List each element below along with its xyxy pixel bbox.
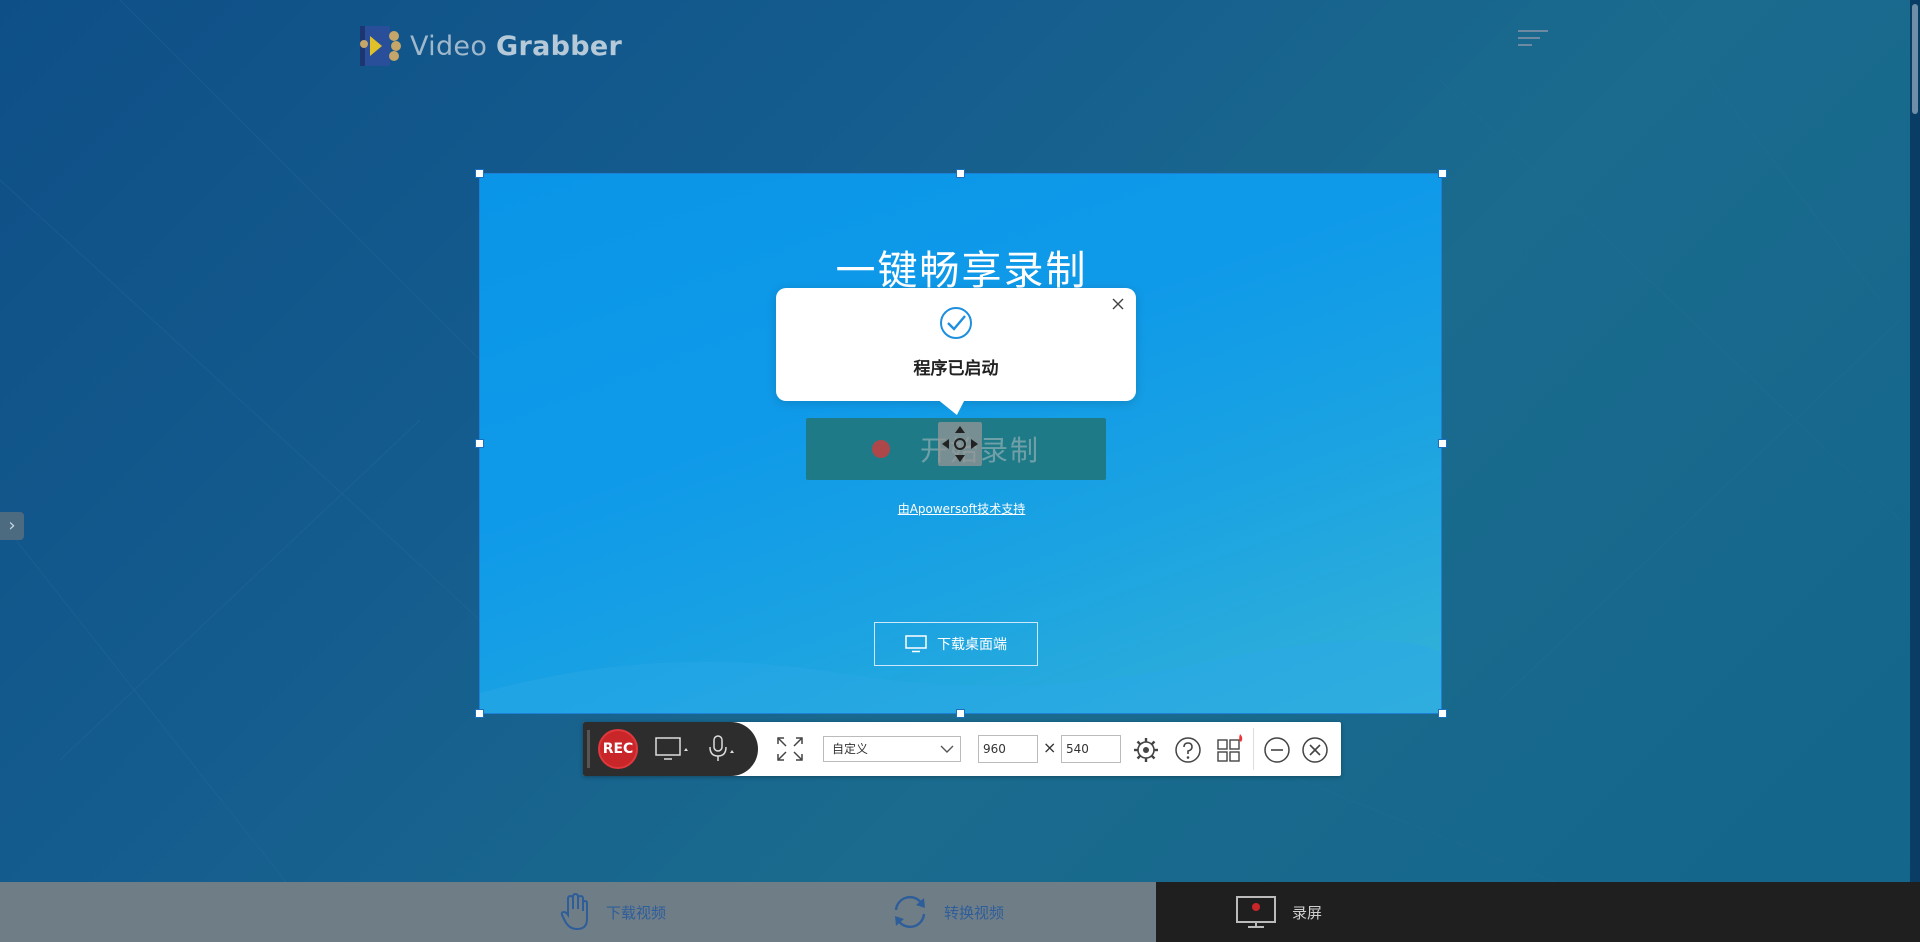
resize-handle-s[interactable] — [956, 709, 965, 718]
width-input[interactable]: 960 — [978, 735, 1038, 763]
resize-handle-ne[interactable] — [1438, 169, 1447, 178]
resize-handle-n[interactable] — [956, 169, 965, 178]
chevron-right-icon: › — [8, 515, 16, 536]
check-circle-icon — [940, 307, 972, 339]
nav-convert-video-label: 转换视频 — [944, 903, 1005, 922]
toolbar-divider — [1253, 728, 1254, 770]
settings-gear-icon[interactable] — [1132, 736, 1160, 764]
microphone-icon[interactable] — [707, 735, 739, 763]
nav-convert-video[interactable]: 转换视频 — [890, 882, 1004, 942]
scrollbar-thumb[interactable] — [1912, 4, 1918, 114]
apps-grid-icon[interactable] — [1216, 732, 1246, 764]
app-logo[interactable]: Video Grabber — [356, 24, 622, 68]
hamburger-menu-icon[interactable] — [1518, 30, 1548, 50]
resize-handle-w[interactable] — [475, 439, 484, 448]
move-handle-icon[interactable] — [938, 422, 982, 466]
resize-handle-nw[interactable] — [475, 169, 484, 178]
rec-button[interactable]: REC — [598, 729, 638, 769]
minimize-icon[interactable] — [1263, 736, 1291, 764]
resize-handle-se[interactable] — [1438, 709, 1447, 718]
resize-handle-sw[interactable] — [475, 709, 484, 718]
popup-message: 程序已启动 — [913, 359, 999, 379]
nav-screen-record-label: 录屏 — [1292, 903, 1323, 922]
hand-icon — [560, 893, 588, 931]
nav-screen-record[interactable]: 录屏 — [1234, 882, 1322, 942]
close-icon[interactable] — [1110, 296, 1126, 312]
recording-toolbar: REC 自定义 960 × 540 — [583, 722, 1341, 776]
screen-source-icon[interactable] — [655, 737, 691, 761]
close-toolbar-icon[interactable] — [1301, 736, 1329, 764]
convert-icon — [894, 895, 926, 929]
nav-download-video-label: 下载视频 — [606, 903, 667, 922]
help-icon[interactable] — [1174, 736, 1202, 764]
apowersoft-support-link[interactable]: 由Apowersoft技术支持 — [480, 500, 1441, 517]
side-expand-tab[interactable]: › — [0, 512, 24, 540]
video-grabber-logo-icon — [356, 24, 406, 68]
region-preset-value: 自定义 — [832, 742, 869, 756]
launch-notification-popup: 程序已启动 — [776, 288, 1136, 401]
monitor-icon — [905, 635, 927, 653]
height-input[interactable]: 540 — [1061, 735, 1121, 763]
toolbar-drag-grip[interactable] — [587, 730, 590, 768]
nav-download-video[interactable]: 下载视频 — [560, 882, 666, 942]
fullscreen-icon[interactable] — [776, 736, 804, 762]
page-scrollbar[interactable] — [1910, 0, 1920, 882]
dimension-separator: × — [1043, 738, 1057, 757]
bottom-navigation: 下载视频 转换视频 录屏 — [0, 882, 1920, 942]
app-title: Video Grabber — [410, 30, 623, 62]
chevron-down-icon — [940, 745, 954, 753]
capture-region[interactable]: 一键畅享录制 开始录制 由Apowersoft技术支持 下载桌面端 — [479, 173, 1442, 714]
record-dot-icon — [871, 440, 890, 458]
screen-record-icon — [1236, 896, 1276, 928]
download-desktop-button[interactable]: 下载桌面端 — [874, 622, 1038, 666]
toolbar-dark-section: REC — [583, 722, 758, 776]
region-preset-dropdown[interactable]: 自定义 — [823, 736, 961, 762]
download-desktop-label: 下载桌面端 — [937, 637, 1007, 653]
resize-handle-e[interactable] — [1438, 439, 1447, 448]
